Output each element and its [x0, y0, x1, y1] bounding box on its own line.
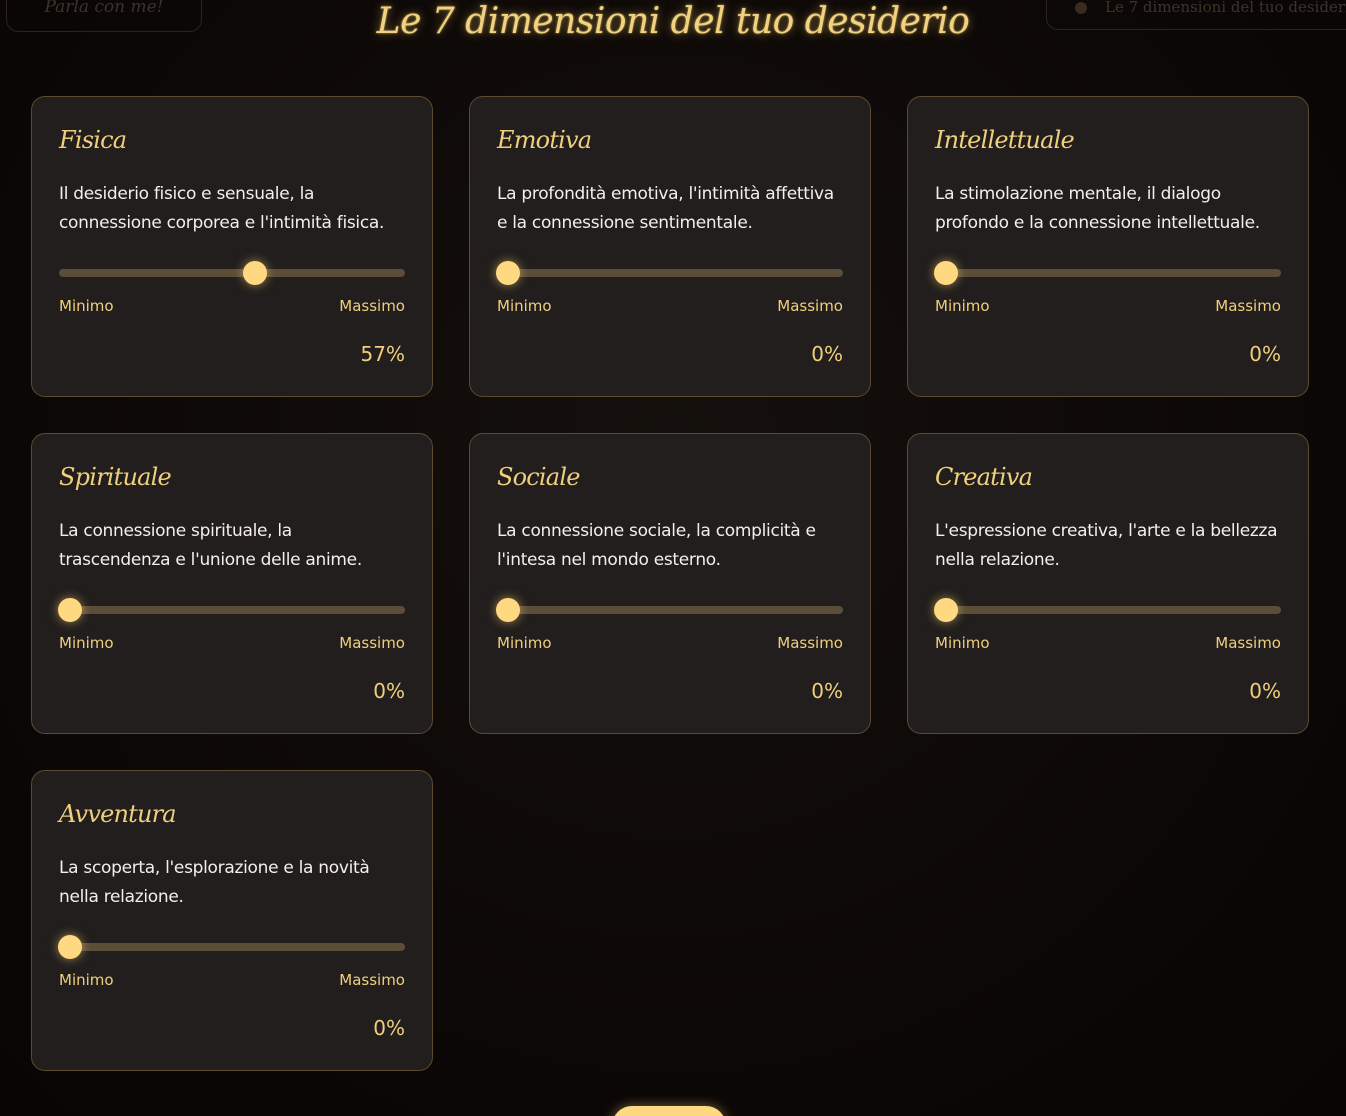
- dimension-description: La connessione sociale, la complicità e …: [497, 521, 816, 570]
- range-labels: Minimo Massimo: [59, 971, 405, 989]
- range-min-label: Minimo: [59, 971, 114, 989]
- dimension-description: La scoperta, l'esplorazione e la novità …: [59, 858, 370, 907]
- slider-thumb[interactable]: [934, 598, 958, 622]
- dimension-slider[interactable]: [58, 935, 405, 959]
- dimension-description: Il desiderio fisico e sensuale, la conne…: [59, 184, 385, 233]
- dimension-description: La stimolazione mentale, il dialogo prof…: [935, 184, 1260, 233]
- slider-thumb[interactable]: [496, 261, 520, 285]
- range-min-label: Minimo: [59, 634, 114, 652]
- dimension-percent: 0%: [1249, 679, 1281, 703]
- dimension-title: Intellettuale: [935, 126, 1075, 154]
- continue-button[interactable]: [612, 1106, 726, 1116]
- dimension-description: La connessione spirituale, la trascenden…: [59, 521, 362, 570]
- dimension-percent: 0%: [373, 679, 405, 703]
- dimension-percent: 0%: [1249, 342, 1281, 366]
- dimension-card-avventura: Avventura La scoperta, l'esplorazione e l…: [31, 770, 433, 1071]
- slider-thumb[interactable]: [58, 598, 82, 622]
- dimension-slider[interactable]: [496, 598, 843, 622]
- dimension-card-emotiva: Emotiva La profondità emotiva, l'intimità…: [469, 96, 871, 397]
- dimension-card-intellettuale: Intellettuale La stimolazione mentale, il…: [907, 96, 1309, 397]
- dimension-percent: 0%: [373, 1016, 405, 1040]
- range-max-label: Massimo: [777, 634, 843, 652]
- range-min-label: Minimo: [935, 634, 990, 652]
- range-max-label: Massimo: [339, 634, 405, 652]
- range-labels: Minimo Massimo: [935, 634, 1281, 652]
- dimension-slider[interactable]: [59, 261, 405, 285]
- dimension-slider[interactable]: [496, 261, 843, 285]
- dimension-title: Creativa: [935, 463, 1033, 491]
- slider-thumb[interactable]: [58, 935, 82, 959]
- slider-thumb[interactable]: [934, 261, 958, 285]
- dimension-percent: 0%: [811, 679, 843, 703]
- range-labels: Minimo Massimo: [497, 634, 843, 652]
- page-title: Le 7 dimensioni del tuo desiderio: [376, 1, 970, 42]
- range-labels: Minimo Massimo: [497, 297, 843, 315]
- dimension-card-sociale: Sociale La connessione sociale, la compli…: [469, 433, 871, 734]
- range-min-label: Minimo: [59, 297, 114, 315]
- dimension-title: Sociale: [497, 463, 580, 491]
- dimensions-grid: Fisica Il desiderio fisico e sensuale, la…: [31, 96, 1309, 1071]
- dimension-slider[interactable]: [58, 598, 405, 622]
- slider-thumb[interactable]: [496, 598, 520, 622]
- range-max-label: Massimo: [777, 297, 843, 315]
- dimension-title: Emotiva: [497, 126, 592, 154]
- dimension-title: Spirituale: [59, 463, 172, 491]
- range-max-label: Massimo: [339, 971, 405, 989]
- range-labels: Minimo Massimo: [59, 297, 405, 315]
- dimension-title: Fisica: [59, 126, 127, 154]
- range-max-label: Massimo: [339, 297, 405, 315]
- dimension-slider[interactable]: [934, 261, 1281, 285]
- dimension-description: La profondità emotiva, l'intimità affett…: [497, 184, 834, 233]
- slider-thumb[interactable]: [242, 261, 267, 285]
- dimension-card-spirituale: Spirituale La connessione spirituale, la …: [31, 433, 433, 734]
- range-labels: Minimo Massimo: [59, 634, 405, 652]
- dimension-description: L'espressione creativa, l'arte e la bell…: [935, 521, 1278, 570]
- range-labels: Minimo Massimo: [935, 297, 1281, 315]
- range-min-label: Minimo: [497, 634, 552, 652]
- dimension-percent: 0%: [811, 342, 843, 366]
- dimension-percent: 57%: [360, 342, 405, 366]
- range-min-label: Minimo: [935, 297, 990, 315]
- dimension-card-fisica: Fisica Il desiderio fisico e sensuale, la…: [31, 96, 433, 397]
- range-max-label: Massimo: [1215, 297, 1281, 315]
- dimension-card-creativa: Creativa L'espressione creativa, l'arte e…: [907, 433, 1309, 734]
- range-min-label: Minimo: [497, 297, 552, 315]
- range-max-label: Massimo: [1215, 634, 1281, 652]
- dimension-title: Avventura: [59, 800, 177, 828]
- dimension-slider[interactable]: [934, 598, 1281, 622]
